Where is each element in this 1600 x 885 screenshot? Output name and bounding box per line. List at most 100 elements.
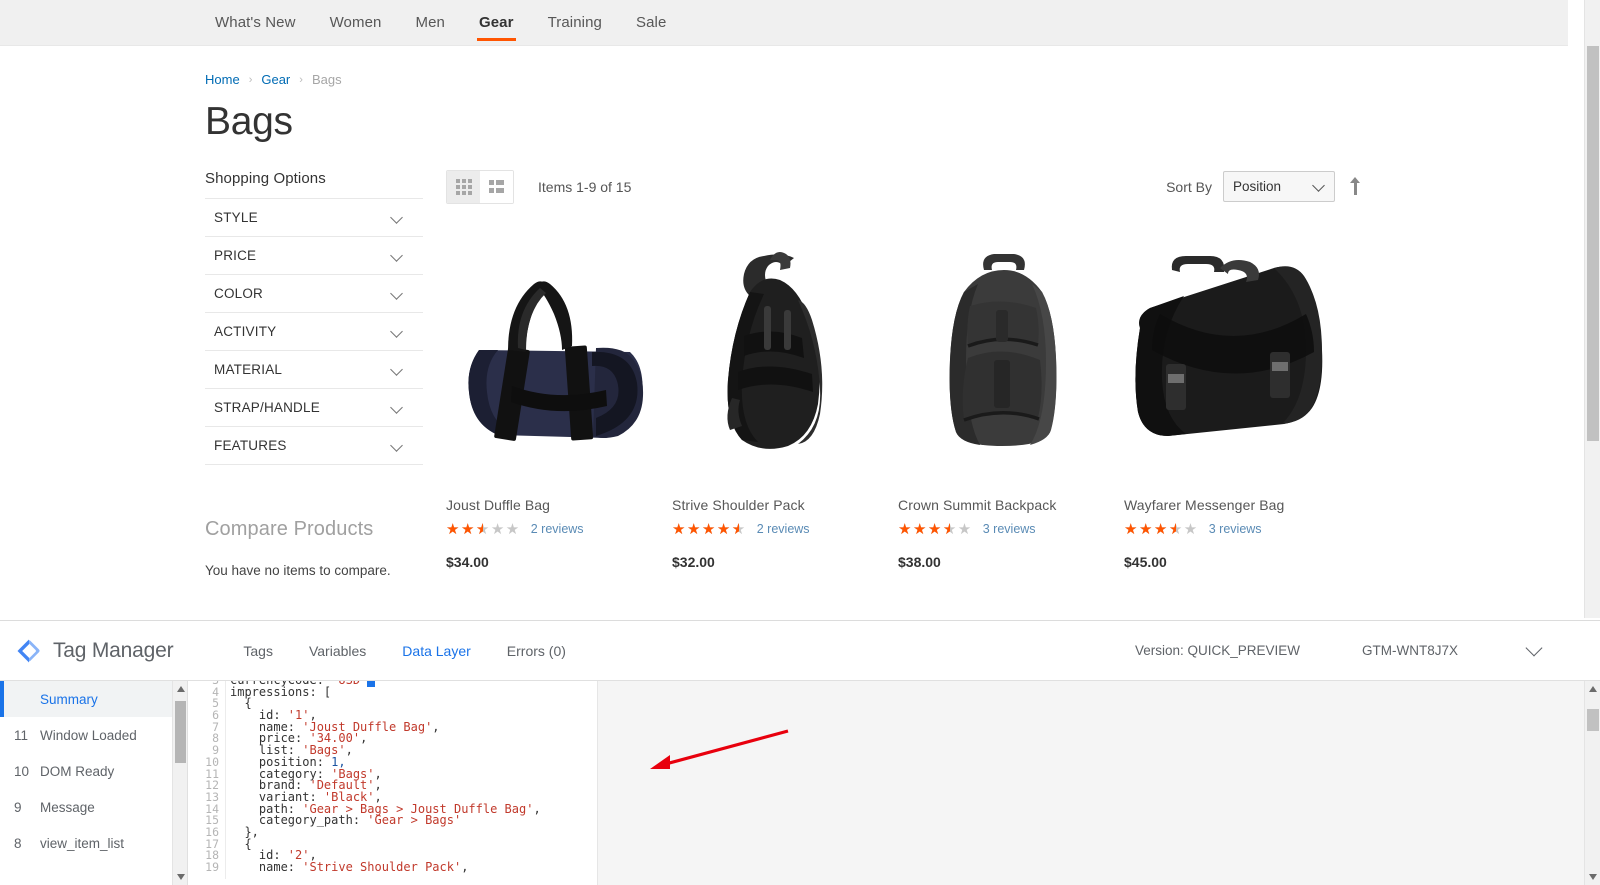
- star-rating-icon: ★★★★★ ★★★★★: [672, 522, 747, 537]
- chevron-down-icon[interactable]: [1526, 639, 1543, 656]
- product-rating: ★★★★★ ★★★★★ 2 reviews: [446, 522, 671, 537]
- chevron-down-icon: [391, 325, 404, 338]
- filter-label: STRAP/HANDLE: [214, 400, 320, 415]
- backpack-image: [898, 240, 1108, 465]
- tab-data-layer[interactable]: Data Layer: [384, 643, 488, 659]
- page-scrollbar-thumb[interactable]: [1587, 46, 1599, 441]
- product-image[interactable]: [898, 240, 1108, 465]
- product-image[interactable]: [446, 240, 656, 465]
- tag-manager-logo-icon: [16, 638, 42, 664]
- detail-pane-scrollbar[interactable]: [1584, 681, 1600, 885]
- scroll-up-icon[interactable]: [177, 686, 185, 692]
- page-title: Bags: [205, 101, 1568, 144]
- scroll-down-icon[interactable]: [177, 874, 185, 880]
- gtm-tab-list: Tags Variables Data Layer Errors (0): [225, 643, 584, 659]
- scroll-up-icon[interactable]: [1589, 686, 1597, 692]
- page-scrollbar[interactable]: [1584, 0, 1600, 618]
- breadcrumb-separator-icon: ›: [249, 74, 253, 86]
- nav-item-whats-new[interactable]: What's New: [198, 0, 313, 45]
- product-name[interactable]: Strive Shoulder Pack: [672, 497, 897, 513]
- nav-item-women[interactable]: Women: [313, 0, 399, 45]
- gtm-container-id: GTM-WNT8J7X: [1362, 643, 1458, 658]
- compare-products-empty: You have no items to compare.: [205, 563, 423, 578]
- data-layer-code-viewer[interactable]: 345678910111213141516171819 currencyCode…: [188, 681, 598, 885]
- nav-label: Sale: [636, 14, 666, 31]
- chevron-down-icon: [391, 401, 404, 414]
- filter-label: MATERIAL: [214, 362, 282, 377]
- breadcrumb-gear[interactable]: Gear: [261, 72, 290, 87]
- event-sidebar-scrollbar-thumb[interactable]: [175, 701, 186, 763]
- chevron-down-icon: [391, 211, 404, 224]
- duffle-bag-image: [446, 240, 656, 465]
- filter-strap-handle[interactable]: STRAP/HANDLE: [205, 389, 423, 427]
- filter-style[interactable]: STYLE: [205, 199, 423, 237]
- product-item[interactable]: Strive Shoulder Pack ★★★★★ ★★★★★ 2 revie…: [672, 240, 897, 570]
- product-reviews-link[interactable]: 2 reviews: [531, 522, 584, 536]
- product-rating: ★★★★★ ★★★★★ 3 reviews: [898, 522, 1123, 537]
- product-image[interactable]: [1124, 240, 1334, 465]
- tab-label: Errors (0): [507, 643, 566, 659]
- event-label: DOM Ready: [40, 764, 114, 779]
- listing-toolbar: Items 1-9 of 15 Sort By Position: [446, 170, 1568, 204]
- breadcrumb-home[interactable]: Home: [205, 72, 240, 87]
- event-number: 8: [14, 836, 40, 851]
- event-window-loaded[interactable]: 11 Window Loaded: [0, 717, 187, 753]
- product-reviews-link[interactable]: 3 reviews: [983, 522, 1036, 536]
- gtm-title: Tag Manager: [53, 639, 173, 663]
- product-name[interactable]: Crown Summit Backpack: [898, 497, 1123, 513]
- tab-errors[interactable]: Errors (0): [489, 643, 584, 659]
- nav-item-sale[interactable]: Sale: [619, 0, 683, 45]
- gtm-meta: Version: QUICK_PREVIEW GTM-WNT8J7X: [1135, 643, 1540, 658]
- nav-item-training[interactable]: Training: [531, 0, 619, 45]
- event-dom-ready[interactable]: 10 DOM Ready: [0, 753, 187, 789]
- tab-label: Tags: [243, 643, 273, 659]
- sort-by-select[interactable]: Position: [1223, 171, 1335, 202]
- code-line: category_path: 'Gear > Bags': [230, 815, 597, 827]
- event-label: view_item_list: [40, 836, 124, 851]
- event-message[interactable]: 9 Message: [0, 789, 187, 825]
- list-view-button[interactable]: [480, 171, 513, 203]
- sort-controls: Sort By Position: [1166, 171, 1363, 202]
- sort-direction-button[interactable]: [1349, 177, 1363, 197]
- filter-price[interactable]: PRICE: [205, 237, 423, 275]
- tab-variables[interactable]: Variables: [291, 643, 384, 659]
- nav-item-men[interactable]: Men: [398, 0, 461, 45]
- event-number: 9: [14, 800, 40, 815]
- nav-item-list: What's New Women Men Gear Training Sale: [198, 0, 683, 45]
- tab-tags[interactable]: Tags: [225, 643, 291, 659]
- event-summary[interactable]: Summary: [0, 681, 187, 717]
- event-sidebar-scrollbar[interactable]: [172, 681, 187, 885]
- filter-activity[interactable]: ACTIVITY: [205, 313, 423, 351]
- breadcrumb-separator-icon: ›: [299, 74, 303, 86]
- product-listing: Items 1-9 of 15 Sort By Position: [446, 170, 1568, 578]
- grid-view-button[interactable]: [447, 171, 480, 203]
- event-view-item-list[interactable]: 8 view_item_list: [0, 825, 187, 861]
- filter-material[interactable]: MATERIAL: [205, 351, 423, 389]
- product-name[interactable]: Wayfarer Messenger Bag: [1124, 497, 1349, 513]
- product-name[interactable]: Joust Duffle Bag: [446, 497, 671, 513]
- product-reviews-link[interactable]: 3 reviews: [1209, 522, 1262, 536]
- code-line-number: 7: [188, 722, 225, 734]
- detail-pane-scrollbar-thumb[interactable]: [1587, 709, 1599, 731]
- product-item[interactable]: Joust Duffle Bag ★★★★★ ★★★★★ 2 reviews $…: [446, 240, 671, 570]
- sidebar: Shopping Options STYLE PRICE COLOR ACTIV…: [205, 170, 423, 578]
- nav-label: What's New: [215, 14, 296, 31]
- arrow-shaft: [1354, 181, 1357, 195]
- code-line-numbers: 345678910111213141516171819: [188, 681, 226, 879]
- sort-by-label: Sort By: [1166, 179, 1212, 195]
- gtm-body: Summary 11 Window Loaded 10 DOM Ready 9 …: [0, 681, 1600, 885]
- product-item[interactable]: Wayfarer Messenger Bag ★★★★★ ★★★★★ 3 rev…: [1124, 240, 1349, 570]
- scroll-down-icon[interactable]: [1589, 874, 1597, 880]
- nav-item-gear[interactable]: Gear: [462, 0, 531, 45]
- filter-features[interactable]: FEATURES: [205, 427, 423, 465]
- product-image[interactable]: [672, 240, 882, 465]
- filter-color[interactable]: COLOR: [205, 275, 423, 313]
- nav-label: Gear: [479, 14, 514, 31]
- filter-label: ACTIVITY: [214, 324, 276, 339]
- event-label: Summary: [40, 692, 98, 707]
- code-line-number: 4: [188, 687, 225, 699]
- product-price: $45.00: [1124, 554, 1349, 570]
- product-reviews-link[interactable]: 2 reviews: [757, 522, 810, 536]
- product-item[interactable]: Crown Summit Backpack ★★★★★ ★★★★★ 3 revi…: [898, 240, 1123, 570]
- chevron-down-icon: [391, 287, 404, 300]
